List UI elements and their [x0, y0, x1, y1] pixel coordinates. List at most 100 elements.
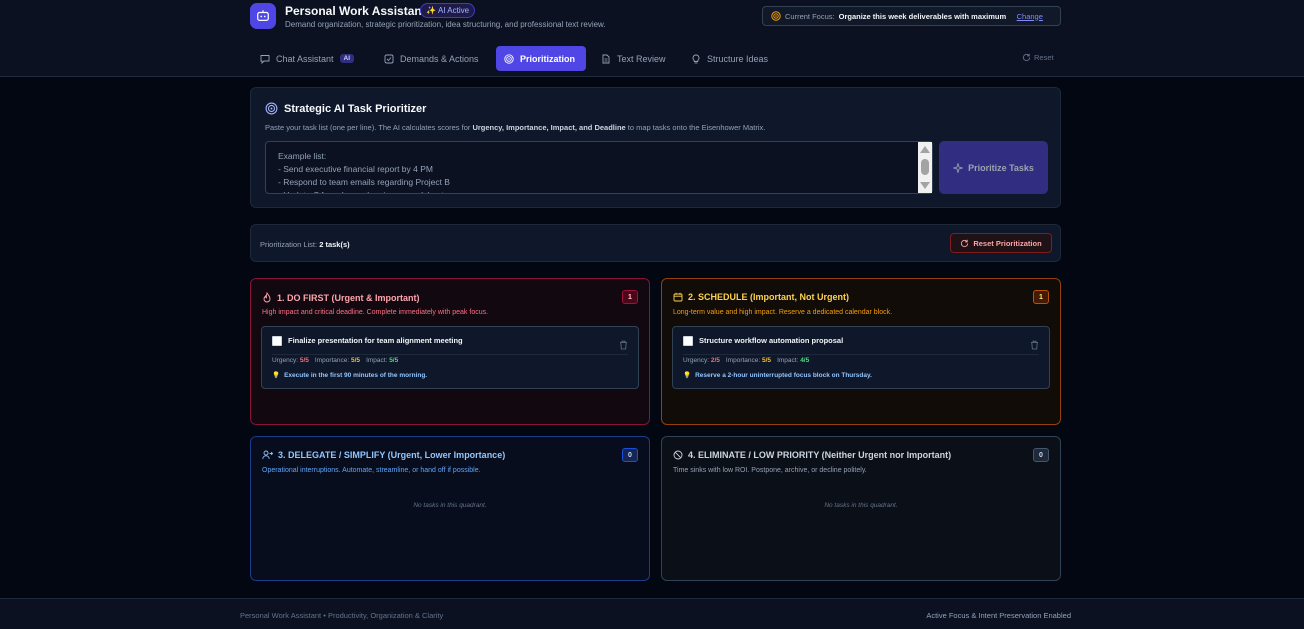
user-arrow-icon [262, 450, 273, 460]
task-name: Finalize presentation for team alignment… [288, 336, 463, 345]
urgency-score: Urgency: 2/5 [683, 357, 720, 364]
task-tip: 💡 Execute in the first 90 minutes of the… [272, 371, 428, 380]
quadrant-count-badge: 1 [622, 290, 638, 304]
scroll-down-icon[interactable] [920, 182, 930, 189]
task-checkbox[interactable] [272, 336, 282, 346]
task-tip-text: Reserve a 2-hour uninterrupted focus blo… [695, 371, 872, 379]
empty-quadrant-message: No tasks in this quadrant. [824, 502, 898, 509]
scroll-thumb[interactable] [921, 159, 929, 175]
checkbox-icon [384, 54, 394, 63]
prioritizer-heading: Strategic AI Task Prioritizer [265, 102, 426, 115]
prioritizer-description: Paste your task list (one per line). The… [265, 123, 765, 132]
tab-label: Demands & Actions [400, 53, 479, 64]
scroll-up-icon[interactable] [920, 146, 930, 153]
app-title: Personal Work Assistant [285, 4, 426, 18]
description-text: Paste your task list (one per line). The… [265, 123, 473, 132]
quadrant-title: 2. SCHEDULE (Important, Not Urgent) [688, 292, 849, 302]
change-focus-link[interactable]: Change [1017, 12, 1043, 21]
calendar-icon [673, 292, 683, 302]
top-bar: Personal Work Assistant ✨ AI Active Dema… [0, 0, 1304, 77]
tab-chat-assistant[interactable]: Chat Assistant AI [252, 46, 362, 71]
current-focus-box: Current Focus: Organize this week delive… [762, 6, 1061, 26]
task-divider [683, 354, 1039, 355]
description-text-end: to map tasks onto the Eisenhower Matrix. [625, 123, 766, 132]
quadrant-heading: 1. DO FIRST (Urgent & Important) [262, 292, 420, 303]
reset-prioritization-label: Reset Prioritization [973, 238, 1042, 248]
refresh-icon [1022, 53, 1031, 62]
flame-icon [263, 292, 271, 303]
prioritization-list-summary: Prioritization List: 2 task(s) [260, 240, 350, 249]
document-icon [602, 54, 610, 63]
prioritize-label: Prioritize Tasks [968, 162, 1034, 173]
tab-prioritization[interactable]: Prioritization [496, 46, 586, 71]
task-scores: Urgency: 2/5 Importance: 5/5 Impact: 4/5 [683, 357, 809, 364]
quadrant-do-first: 1. DO FIRST (Urgent & Important) High im… [250, 278, 650, 425]
focus-value: Organize this week deliverables with max… [838, 11, 1007, 21]
tab-text-review[interactable]: Text Review [593, 46, 674, 71]
trash-icon[interactable] [1030, 337, 1039, 355]
app-subtitle: Demand organization, strategic prioritiz… [285, 20, 606, 29]
quadrant-eliminate: 4. ELIMINATE / LOW PRIORITY (Neither Urg… [661, 436, 1061, 581]
task-name: Structure workflow automation proposal [699, 336, 844, 345]
description-emphasis: Urgency, Importance, Impact, and Deadlin… [472, 123, 626, 132]
tab-structure-ideas[interactable]: Structure Ideas [683, 46, 776, 71]
task-tip: 💡 Reserve a 2-hour uninterrupted focus b… [683, 371, 872, 380]
tab-label: Chat Assistant [276, 53, 334, 64]
footer: Personal Work Assistant • Productivity, … [0, 598, 1304, 629]
focus-label: Current Focus: [785, 11, 835, 21]
quadrant-title: 1. DO FIRST (Urgent & Important) [277, 292, 420, 303]
tab-label: Structure Ideas [707, 53, 769, 64]
quadrant-description: Operational interruptions. Automate, str… [262, 467, 481, 474]
refresh-icon [961, 239, 969, 247]
task-scores: Urgency: 5/5 Importance: 5/5 Impact: 5/5 [272, 357, 398, 364]
prioritize-tasks-button[interactable]: Prioritize Tasks [939, 141, 1048, 194]
chat-icon [260, 54, 270, 64]
importance-score: Importance: 5/5 [725, 357, 772, 364]
robot-logo-icon [250, 3, 276, 29]
task-list-scrollbar[interactable] [918, 142, 932, 193]
tab-demands-actions[interactable]: Demands & Actions [376, 46, 487, 71]
task-count: 2 task(s) [319, 240, 350, 249]
lightbulb-icon: 💡 [683, 372, 692, 379]
task-checkbox[interactable] [683, 336, 693, 346]
task-divider [272, 354, 628, 355]
ai-mini-badge: AI [339, 54, 355, 63]
quadrant-title: 3. DELEGATE / SIMPLIFY (Urgent, Lower Im… [278, 450, 506, 460]
sparkle-icon: ✨ [426, 6, 436, 15]
ai-badge-label: AI Active [437, 6, 470, 15]
reset-button[interactable]: Reset [1022, 53, 1054, 62]
task-tip-text: Execute in the first 90 minutes of the m… [284, 371, 428, 379]
importance-score: Importance: 5/5 [314, 357, 361, 364]
quadrant-heading: 4. ELIMINATE / LOW PRIORITY (Neither Urg… [673, 450, 951, 460]
ban-icon [673, 450, 683, 460]
quadrant-count-badge: 1 [1033, 290, 1049, 304]
footer-right-text: Active Focus & Intent Preservation Enabl… [926, 611, 1071, 620]
quadrant-delegate: 3. DELEGATE / SIMPLIFY (Urgent, Lower Im… [250, 436, 650, 581]
target-icon [265, 102, 278, 115]
quadrant-description: Long-term value and high impact. Reserve… [673, 309, 893, 316]
task-card: Structure workflow automation proposal U… [672, 326, 1050, 389]
urgency-score: Urgency: 5/5 [272, 357, 309, 364]
quadrant-title: 4. ELIMINATE / LOW PRIORITY (Neither Urg… [688, 450, 952, 460]
sparkle-icon [953, 162, 964, 173]
quadrant-count-badge: 0 [622, 448, 638, 462]
lightbulb-icon: 💡 [272, 372, 281, 379]
quadrant-schedule: 2. SCHEDULE (Important, Not Urgent) Long… [661, 278, 1061, 425]
target-icon [771, 11, 781, 21]
reset-prioritization-button[interactable]: Reset Prioritization [950, 233, 1052, 253]
reset-label: Reset [1034, 53, 1054, 62]
trash-icon[interactable] [619, 337, 628, 355]
lightbulb-icon [692, 54, 700, 63]
prioritizer-panel: Strategic AI Task Prioritizer Paste your… [250, 87, 1061, 208]
empty-quadrant-message: No tasks in this quadrant. [413, 502, 487, 509]
quadrant-heading: 3. DELEGATE / SIMPLIFY (Urgent, Lower Im… [262, 450, 505, 460]
task-list-input[interactable]: Example list: - Send executive financial… [265, 141, 933, 194]
tab-label: Text Review [617, 53, 666, 64]
tab-label: Prioritization [520, 53, 576, 64]
quadrant-description: High impact and critical deadline. Compl… [262, 309, 489, 316]
quadrant-heading: 2. SCHEDULE (Important, Not Urgent) [673, 292, 849, 302]
quadrant-count-badge: 0 [1033, 448, 1049, 462]
impact-score: Impact: 4/5 [777, 357, 810, 364]
impact-score: Impact: 5/5 [366, 357, 399, 364]
footer-left-text: Personal Work Assistant • Productivity, … [240, 611, 444, 620]
